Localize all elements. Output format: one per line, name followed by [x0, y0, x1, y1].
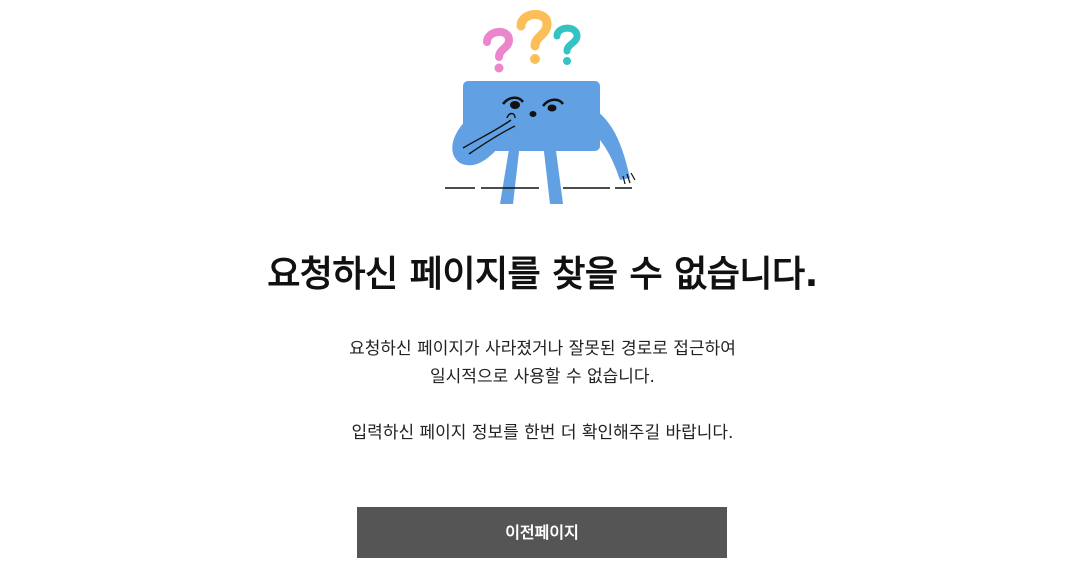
page-title: 요청하신 페이지를 찾을 수 없습니다.	[267, 254, 818, 295]
question-mark-orange-icon	[516, 10, 552, 64]
not-found-page: 요청하신 페이지를 찾을 수 없습니다. 요청하신 페이지가 사라졌거나 잘못된…	[0, 0, 1074, 569]
confused-character-icon	[435, 8, 645, 208]
error-description-line-2: 일시적으로 사용할 수 없습니다.	[430, 367, 655, 387]
question-mark-teal-icon	[553, 24, 581, 65]
error-description-line-3: 입력하신 페이지 정보를 한번 더 확인해주길 바랍니다.	[351, 423, 734, 443]
error-description-line-1: 요청하신 페이지가 사라졌거나 잘못된 경로로 접근하여	[349, 339, 736, 359]
question-mark-pink-icon	[483, 28, 514, 73]
prev-page-button[interactable]: 이전페이지	[357, 507, 727, 558]
